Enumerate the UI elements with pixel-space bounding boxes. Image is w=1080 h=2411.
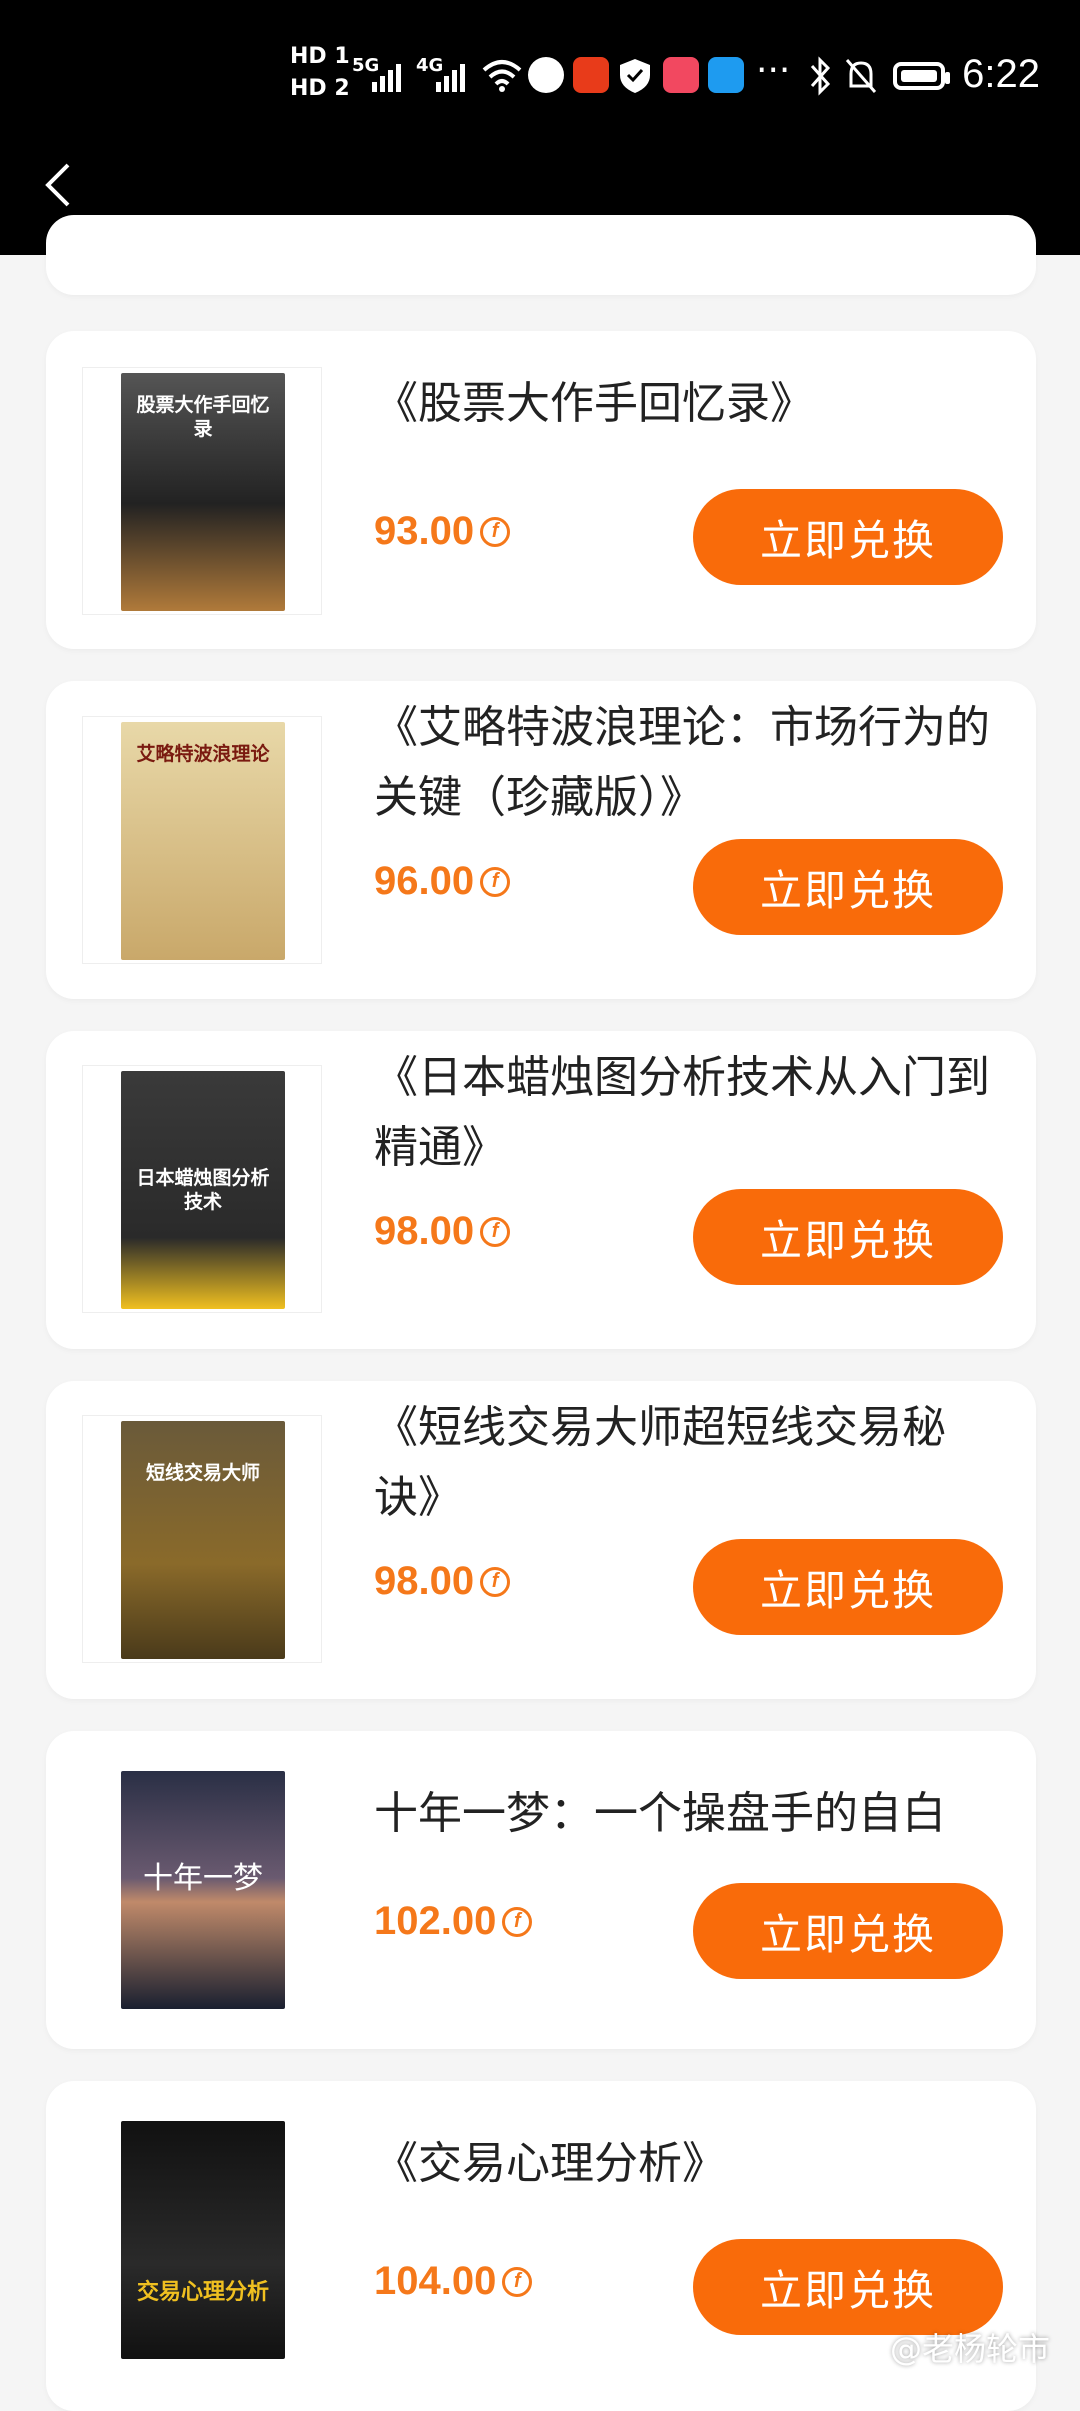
book-app-icon xyxy=(663,57,699,93)
sim2-label: HD 2 xyxy=(290,76,350,101)
redeem-button[interactable]: 立即兑换 xyxy=(693,489,1003,585)
sim-indicators: HD 1 HD 2 xyxy=(290,45,350,101)
clock: 6:22 xyxy=(962,52,1040,96)
book-cover-art: 交易心理分析 xyxy=(121,2121,285,2359)
book-cover: 日本蜡烛图分析技术 xyxy=(82,1065,322,1313)
pinduoduo-icon xyxy=(573,57,609,93)
wifi-icon xyxy=(482,60,522,92)
book-cover: 交易心理分析 xyxy=(82,2115,322,2363)
cover-text: 股票大作手回忆录 xyxy=(136,394,270,440)
redeem-button[interactable]: 立即兑换 xyxy=(693,2239,1003,2335)
book-cover: 艾略特波浪理论 xyxy=(82,716,322,964)
book-price: 102.00 f xyxy=(374,1899,533,1944)
list-item: 十年一梦 十年一梦：一个操盘手的自白 102.00 f 立即兑换 xyxy=(46,1731,1036,2049)
cover-text: 短线交易大师 xyxy=(145,1462,260,1484)
list-item xyxy=(46,215,1036,295)
book-title: 《日本蜡烛图分析技术从入门到精通》 xyxy=(374,1052,990,1173)
bluetooth-icon xyxy=(810,56,831,96)
coin-icon: f xyxy=(502,2266,533,2297)
price-value: 93.00 xyxy=(374,509,475,553)
book-title: 《短线交易大师超短线交易秘诀》 xyxy=(374,1402,946,1523)
cover-text: 日本蜡烛图分析技术 xyxy=(136,1167,270,1213)
list-item: 短线交易大师 《短线交易大师超短线交易秘诀》 98.00 f 立即兑换 xyxy=(46,1381,1036,1699)
book-cover-art: 日本蜡烛图分析技术 xyxy=(121,1071,285,1309)
price-value: 98.00 xyxy=(374,1559,475,1603)
cover-text: 艾略特波浪理论 xyxy=(136,743,270,765)
list-item: 艾略特波浪理论 《艾略特波浪理论：市场行为的关键（珍藏版）》 96.00 f 立… xyxy=(46,681,1036,999)
price-value: 98.00 xyxy=(374,1209,475,1253)
price-value: 102.00 xyxy=(374,1899,497,1943)
battery-icon xyxy=(893,62,950,90)
sim1-label: HD 1 xyxy=(290,44,350,69)
chevron-left-icon[interactable] xyxy=(30,155,90,215)
redeem-button[interactable]: 立即兑换 xyxy=(693,1883,1003,1979)
book-title: 《股票大作手回忆录》 xyxy=(374,378,814,429)
coin-icon: f xyxy=(480,516,511,547)
app-notification-icon xyxy=(528,57,564,93)
coin-icon: f xyxy=(480,1566,511,1597)
book-title: 《艾略特波浪理论：市场行为的关键（珍藏版）》 xyxy=(374,702,990,823)
cover-text: 交易心理分析 xyxy=(136,2280,269,2305)
redeem-button[interactable]: 立即兑换 xyxy=(693,1539,1003,1635)
more-icon: ··· xyxy=(756,50,791,91)
redeem-button[interactable]: 立即兑换 xyxy=(693,839,1003,935)
book-cover: 短线交易大师 xyxy=(82,1415,322,1663)
book-price: 104.00 f xyxy=(374,2259,533,2304)
list-item: 日本蜡烛图分析技术 《日本蜡烛图分析技术从入门到精通》 98.00 f 立即兑换 xyxy=(46,1031,1036,1349)
redeem-button[interactable]: 立即兑换 xyxy=(693,1189,1003,1285)
book-price: 98.00 f xyxy=(374,1559,511,1604)
list-item: 股票大作手回忆录 《股票大作手回忆录》 93.00 f 立即兑换 xyxy=(46,331,1036,649)
watermark: @老杨轮市 xyxy=(889,2330,1050,2368)
book-cover-art: 艾略特波浪理论 xyxy=(121,722,285,960)
book-cover-art: 十年一梦 xyxy=(121,1771,285,2009)
book-price: 93.00 f xyxy=(374,509,511,554)
search-app-icon xyxy=(708,57,744,93)
book-cover: 股票大作手回忆录 xyxy=(82,367,322,615)
book-cover: 十年一梦 xyxy=(82,1765,322,2013)
book-cover-art: 股票大作手回忆录 xyxy=(121,373,285,611)
mute-bell-icon xyxy=(845,59,877,93)
book-cover-art: 短线交易大师 xyxy=(121,1421,285,1659)
price-value: 104.00 xyxy=(374,2259,497,2303)
book-title: 十年一梦：一个操盘手的自白 xyxy=(374,1788,946,1839)
signal-icon-2 xyxy=(436,52,465,92)
book-price: 98.00 f xyxy=(374,1209,511,1254)
coin-icon: f xyxy=(480,866,511,897)
coin-icon: f xyxy=(502,1906,533,1937)
coin-icon: f xyxy=(480,1216,511,1247)
cover-text: 十年一梦 xyxy=(143,1861,263,1896)
shield-icon xyxy=(620,59,650,93)
book-title: 《交易心理分析》 xyxy=(374,2138,726,2189)
book-price: 96.00 f xyxy=(374,859,511,904)
signal-icon xyxy=(372,52,401,92)
price-value: 96.00 xyxy=(374,859,475,903)
list-item: 交易心理分析 《交易心理分析》 104.00 f 立即兑换 xyxy=(46,2081,1036,2411)
